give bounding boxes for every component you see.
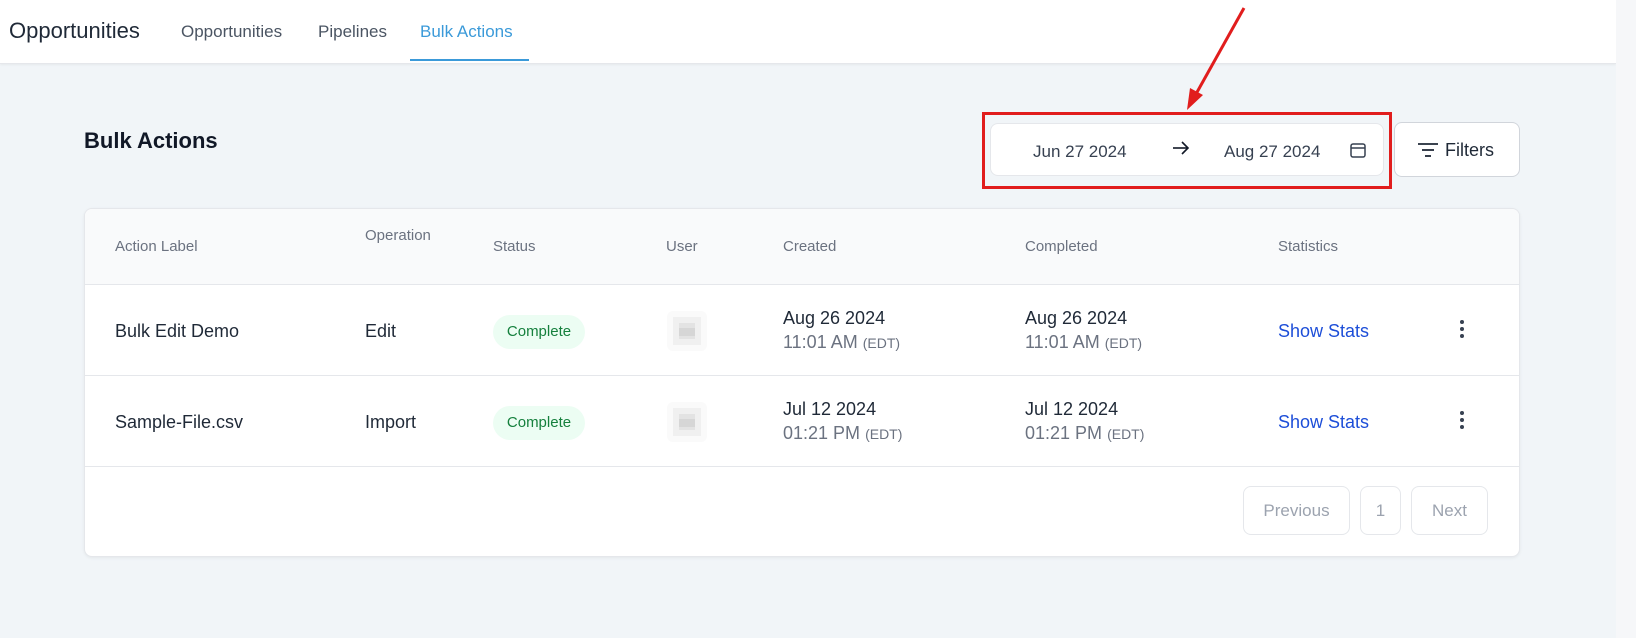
- tab-opportunities[interactable]: Opportunities: [181, 22, 282, 42]
- filters-button[interactable]: Filters: [1394, 122, 1520, 177]
- column-header-created: Created: [783, 238, 837, 255]
- status-badge: Complete: [493, 315, 585, 349]
- column-header-user: User: [666, 238, 698, 255]
- completed-time: 01:21 PM (EDT): [1025, 423, 1145, 443]
- column-header-completed: Completed: [1025, 238, 1098, 255]
- column-header-operation: Operation: [365, 227, 431, 244]
- operation-cell: Edit: [365, 321, 397, 341]
- status-badge: Complete: [493, 406, 585, 440]
- created-date: Jul 12 2024: [783, 399, 877, 419]
- active-tab-indicator: [410, 59, 529, 61]
- more-options-icon[interactable]: [1459, 319, 1465, 339]
- action-label-cell: Sample-File.csv: [115, 412, 244, 432]
- operation-cell: Import: [365, 412, 417, 432]
- scrollbar-track[interactable]: [1616, 0, 1636, 638]
- tab-pipelines[interactable]: Pipelines: [318, 22, 387, 42]
- filter-lines-icon: [1418, 143, 1438, 157]
- show-stats-link[interactable]: Show Stats: [1278, 321, 1369, 342]
- date-range-end[interactable]: Aug 27 2024: [1224, 142, 1320, 162]
- completed-time: 11:01 AM (EDT): [1025, 332, 1143, 352]
- show-stats-link[interactable]: Show Stats: [1278, 412, 1369, 433]
- calendar-icon[interactable]: [1349, 141, 1367, 159]
- column-header-action-label: Action Label: [115, 238, 198, 255]
- page-number-button[interactable]: 1: [1360, 486, 1401, 535]
- action-label-cell: Bulk Edit Demo: [115, 321, 240, 341]
- completed-date: Aug 26 2024: [1025, 308, 1128, 328]
- previous-page-button[interactable]: Previous: [1243, 486, 1350, 535]
- more-options-icon[interactable]: [1459, 410, 1465, 430]
- filters-label: Filters: [1445, 140, 1494, 160]
- table-row[interactable]: Bulk Edit Demo Edit Complete Aug 26 2024…: [85, 285, 1519, 376]
- avatar: [667, 311, 707, 351]
- date-range-start[interactable]: Jun 27 2024: [1033, 142, 1127, 162]
- tab-bulk-actions[interactable]: Bulk Actions: [420, 22, 513, 42]
- timezone-label: (EDT): [862, 335, 901, 351]
- next-page-button[interactable]: Next: [1411, 486, 1488, 535]
- created-date: Aug 26 2024: [783, 308, 886, 328]
- table-row[interactable]: Sample-File.csv Import Complete Jul 12 2…: [85, 376, 1519, 467]
- bulk-actions-table: Action Label Operation Status User Creat…: [84, 208, 1520, 557]
- arrow-right-icon: [1173, 141, 1190, 155]
- column-header-status: Status: [493, 238, 536, 255]
- top-navigation-bar: Opportunities Opportunities Pipelines Bu…: [0, 0, 1616, 64]
- completed-date: Jul 12 2024: [1025, 399, 1119, 419]
- timezone-label: (EDT): [865, 426, 903, 442]
- page-title: Bulk Actions: [84, 128, 218, 153]
- created-time: 11:01 AM (EDT): [783, 332, 901, 352]
- created-time: 01:21 PM (EDT): [783, 423, 903, 443]
- table-header: Action Label Operation Status User Creat…: [85, 209, 1519, 285]
- date-range-picker[interactable]: Jun 27 2024 Aug 27 2024: [990, 123, 1384, 176]
- timezone-label: (EDT): [1104, 335, 1143, 351]
- column-header-statistics: Statistics: [1278, 238, 1339, 255]
- avatar: [667, 402, 707, 442]
- timezone-label: (EDT): [1107, 426, 1145, 442]
- app-title: Opportunities: [9, 18, 140, 43]
